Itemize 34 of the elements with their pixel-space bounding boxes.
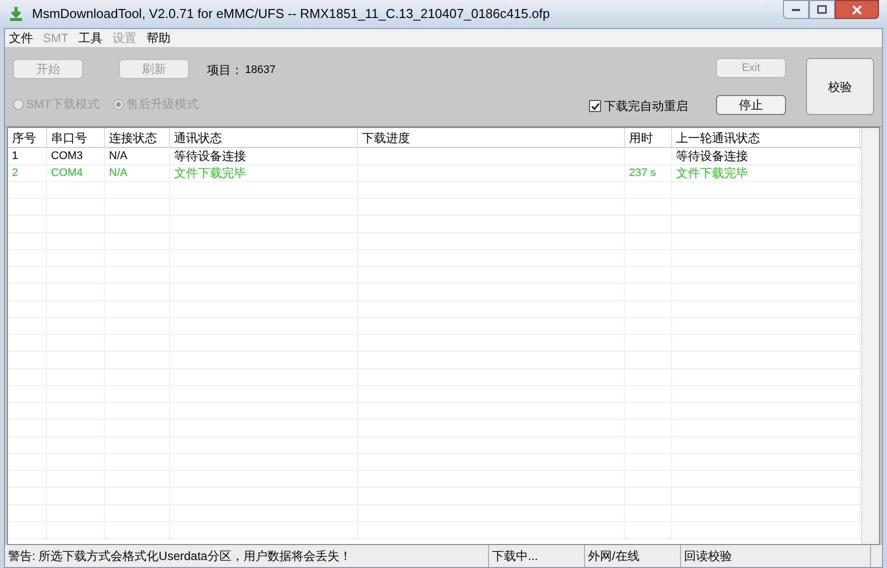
menu-item[interactable]: 工具: [78, 29, 102, 47]
table-cell: COM3: [47, 148, 105, 164]
table-cell: 等待设备连接: [170, 148, 358, 164]
status-text: 回读校验: [681, 545, 871, 567]
status-text: 下载中...: [489, 545, 585, 567]
status-text: 外网/在线: [585, 545, 681, 567]
window-title: MsmDownloadTool, V2.0.71 for eMMC/UFS -- RMX1851_11_C.13_210407_0186c415.ofp: [32, 5, 550, 24]
close-button[interactable]: [835, 0, 879, 19]
app-icon: [8, 6, 24, 22]
table-cell: COM4: [47, 165, 105, 181]
close-icon: [852, 4, 862, 14]
project-number: 18637: [245, 63, 276, 78]
stop-button[interactable]: 停止: [716, 95, 786, 115]
scrollbar[interactable]: [861, 128, 879, 544]
menu-item[interactable]: 帮助: [146, 29, 170, 47]
check-icon: [590, 102, 600, 110]
table-cell: 文件下载完毕: [170, 165, 358, 181]
table-cell: 文件下载完毕: [672, 165, 860, 181]
minimize-button[interactable]: [783, 0, 809, 19]
table-cell: 237 s: [625, 165, 672, 181]
table-cell: N/A: [105, 165, 170, 181]
menu-item[interactable]: 文件: [9, 29, 33, 47]
status-text: 警告: 所选下载方式会格式化Userdata分区，用户数据将会丢失！: [5, 545, 489, 567]
minimize-icon: [791, 8, 801, 12]
table-cell: N/A: [105, 148, 170, 164]
maximize-button[interactable]: [809, 0, 835, 19]
table-cell: 1: [8, 148, 47, 164]
project-label: 项目：: [207, 62, 243, 79]
table-cell: 等待设备连接: [672, 148, 860, 164]
checkbox[interactable]: [589, 100, 601, 112]
maximize-icon: [817, 5, 827, 14]
table-cell: 2: [8, 165, 47, 181]
auto-reboot-label: 下载完自动重启: [604, 98, 688, 115]
verify-button[interactable]: 校验: [806, 58, 874, 115]
